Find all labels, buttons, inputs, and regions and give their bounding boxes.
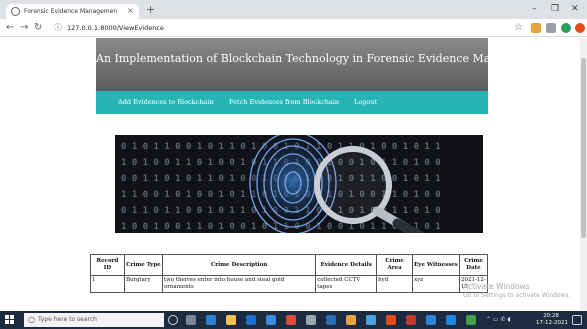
browser-toolbar: ← → ↻ ⓘ 127.0.0.1:8000/ViewEvidence ☆ (0, 19, 587, 37)
taskbar-search-box[interactable]: ○ Type here to search (24, 313, 164, 327)
nav-add-evidences[interactable]: Add Evidences to Blockchain (118, 91, 214, 114)
app-icon[interactable] (426, 315, 436, 325)
column-header: Crime Description (161, 254, 317, 276)
cortana-icon[interactable] (168, 315, 178, 325)
scrollbar-thumb[interactable] (581, 58, 586, 238)
browser-tab-strip: Forensic Evidence Managemen × + – ❐ ✕ (0, 0, 587, 19)
close-tab-icon[interactable]: × (127, 5, 134, 17)
site-title: An Implementation of Blockchain Technolo… (96, 52, 546, 65)
cell-record-id: 1 (90, 275, 125, 293)
address-bar[interactable]: ⓘ 127.0.0.1:8000/ViewEvidence (52, 21, 502, 35)
extension-icon[interactable] (575, 23, 585, 33)
system-tray-icons[interactable]: ⌃ ▭ ✆ ◖ (486, 316, 511, 324)
column-header: Crime Date (458, 254, 489, 276)
windows-taskbar: ○ Type here to search ⌃ ▭ ✆ ◖ 20:28 17-1… (0, 311, 587, 329)
nav-fetch-evidences[interactable]: Fetch Evidences from Blockchain (229, 91, 339, 114)
table-row: 1 Burglary two theives enter into house … (90, 275, 489, 293)
clock-date: 17-12-2021 (536, 320, 568, 326)
notification-icon[interactable] (572, 315, 582, 325)
app-icon[interactable] (306, 315, 316, 325)
watermark-title: Activate Windows (463, 282, 530, 291)
taskbar-clock[interactable]: 20:28 17-12-2021 (536, 313, 568, 327)
chrome-icon[interactable] (466, 315, 476, 325)
evidence-table: Record ID Crime Type Crime Description E… (90, 254, 489, 293)
store-icon[interactable] (246, 315, 256, 325)
app-icon[interactable] (286, 315, 296, 325)
table-header-row: Record ID Crime Type Crime Description E… (90, 254, 489, 276)
app-icon[interactable] (446, 315, 456, 325)
app-icon[interactable] (366, 315, 376, 325)
search-icon: ○ (28, 315, 35, 324)
app-icon[interactable] (346, 315, 356, 325)
minimize-button[interactable]: – (532, 3, 537, 15)
extension-icon[interactable] (531, 23, 541, 33)
tab-title: Forensic Evidence Managemen (24, 8, 118, 15)
browser-tab[interactable]: Forensic Evidence Managemen × (6, 4, 139, 19)
info-icon[interactable]: ⓘ (54, 21, 62, 35)
app-icon[interactable] (386, 315, 396, 325)
cell-crime-description: two theives enter into house and steal g… (161, 275, 317, 293)
cell-crime-area: hyd (376, 275, 414, 293)
app-icon[interactable] (326, 315, 336, 325)
app-icon[interactable] (406, 315, 416, 325)
page-viewport: An Implementation of Blockchain Technolo… (0, 38, 580, 311)
edge-icon[interactable] (206, 315, 216, 325)
page-scrollbar[interactable] (580, 38, 587, 311)
activate-windows-watermark: Activate Windows Go to Settings to activ… (463, 282, 570, 300)
nav-logout[interactable]: Logout (354, 91, 377, 114)
search-placeholder: Type here to search (38, 316, 97, 323)
clock-time: 20:28 (543, 313, 559, 319)
mail-icon[interactable] (266, 315, 276, 325)
reload-icon[interactable]: ↻ (34, 21, 42, 34)
watermark-subtitle: Go to Settings to activate Windows. (463, 292, 571, 299)
windows-start-icon[interactable] (5, 315, 15, 325)
column-header: Record ID (90, 254, 125, 276)
forward-arrow-icon[interactable]: → (20, 21, 28, 34)
column-header: Evidence Details (315, 254, 378, 276)
cell-eye-witnesses: xyz (412, 275, 460, 293)
file-explorer-icon[interactable] (226, 315, 236, 325)
main-nav: Add Evidences to Blockchain Fetch Eviden… (96, 91, 488, 114)
globe-icon (11, 7, 20, 16)
cell-evidence-details: collected CCTV tapes (315, 275, 378, 293)
column-header: Eye Witnesses (412, 254, 460, 276)
site-header: An Implementation of Blockchain Technolo… (96, 38, 546, 91)
profile-avatar[interactable] (561, 23, 571, 33)
cell-crime-type: Burglary (123, 275, 163, 293)
column-header: Crime Area (376, 254, 414, 276)
close-window-button[interactable]: ✕ (571, 3, 579, 15)
extension-icon[interactable] (546, 23, 556, 33)
new-tab-button[interactable]: + (146, 3, 155, 16)
column-header: Crime Type (123, 254, 163, 276)
bookmark-star-icon[interactable]: ☆ (514, 21, 523, 34)
fingerprint-banner-image: 0 1 0 1 1 0 0 1 0 1 1 0 1 0 0 1 0 1 1 0 … (115, 135, 483, 233)
task-view-icon[interactable] (186, 315, 196, 325)
maximize-button[interactable]: ❐ (551, 3, 559, 15)
url-text: 127.0.0.1:8000/ViewEvidence (67, 24, 164, 32)
back-arrow-icon[interactable]: ← (6, 21, 14, 34)
